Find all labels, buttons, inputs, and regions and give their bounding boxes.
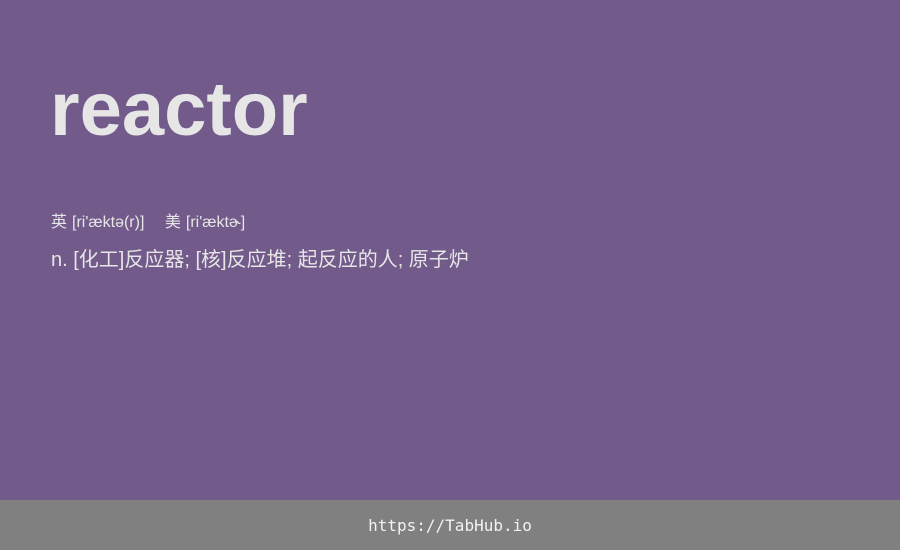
definition: n. [化工]反应器; [核]反应堆; 起反应的人; 原子炉 xyxy=(51,249,469,271)
word-card: reactor 英 [ri'æktə(r)] 美 [ri'æktɚ] n. [化工]… xyxy=(0,0,900,500)
phonetic-uk-label: 英 xyxy=(51,214,68,231)
phonetic-us-value: [ri'æktɚ] xyxy=(185,214,246,231)
footer-bar: https://TabHub.io xyxy=(0,500,900,550)
phonetics: 英 [ri'æktə(r)] 美 [ri'æktɚ] xyxy=(51,213,245,233)
phonetic-uk: 英 [ri'æktə(r)] xyxy=(51,213,144,233)
footer-link[interactable]: https://TabHub.io xyxy=(368,516,532,535)
phonetic-us: 美 [ri'æktɚ] xyxy=(165,213,245,233)
phonetic-uk-value: [ri'æktə(r)] xyxy=(72,214,145,231)
phonetic-us-label: 美 xyxy=(164,214,181,231)
word-title: reactor xyxy=(50,67,308,152)
